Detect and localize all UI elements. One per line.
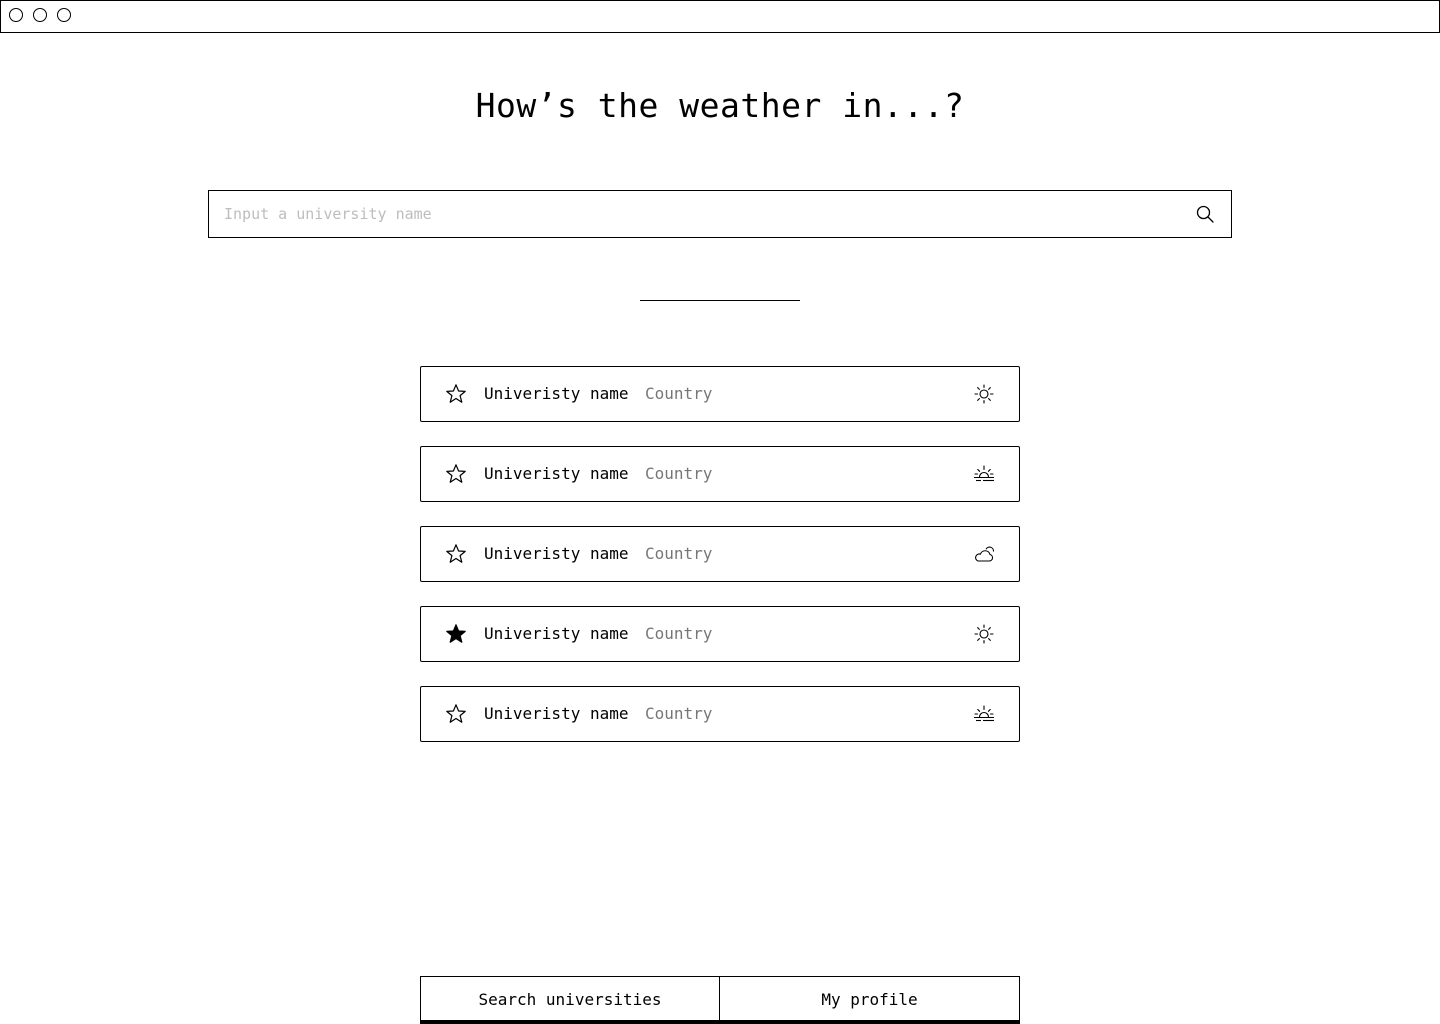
university-name: Univeristy name: [484, 464, 629, 483]
page-title: How’s the weather in...?: [475, 86, 965, 125]
star-icon[interactable]: [445, 703, 467, 725]
university-country: Country: [645, 624, 713, 643]
result-row[interactable]: Univeristy name Country: [420, 686, 1020, 742]
result-row[interactable]: Univeristy name Country: [420, 526, 1020, 582]
bottom-nav: Search universities My profile: [420, 976, 1020, 1024]
sun-icon: [974, 384, 994, 404]
window-maximize-button[interactable]: [57, 8, 71, 22]
sun-icon: [974, 624, 994, 644]
star-icon[interactable]: [445, 463, 467, 485]
results-list: Univeristy name Country Univeristy name Cou…: [420, 366, 1020, 766]
sunrise-icon: [974, 465, 994, 482]
university-name: Univeristy name: [484, 544, 629, 563]
search-box: [208, 190, 1232, 238]
university-name: Univeristy name: [484, 704, 629, 723]
star-filled-icon[interactable]: [445, 623, 467, 645]
window-close-button[interactable]: [9, 8, 23, 22]
search-icon[interactable]: [1195, 204, 1215, 224]
window-minimize-button[interactable]: [33, 8, 47, 22]
window-title-bar: [0, 0, 1440, 33]
sunrise-icon: [974, 705, 994, 722]
university-country: Country: [645, 704, 713, 723]
university-name: Univeristy name: [484, 624, 629, 643]
university-country: Country: [645, 544, 713, 563]
result-row[interactable]: Univeristy name Country: [420, 446, 1020, 502]
result-row[interactable]: Univeristy name Country: [420, 366, 1020, 422]
star-icon[interactable]: [445, 383, 467, 405]
section-divider: [640, 300, 800, 301]
my-profile-button[interactable]: My profile: [720, 976, 1020, 1020]
search-input[interactable]: [209, 191, 1169, 237]
star-icon[interactable]: [445, 543, 467, 565]
university-country: Country: [645, 384, 713, 403]
university-country: Country: [645, 464, 713, 483]
result-row[interactable]: Univeristy name Country: [420, 606, 1020, 662]
partly-cloudy-icon: [975, 546, 995, 562]
university-name: Univeristy name: [484, 384, 629, 403]
search-universities-button[interactable]: Search universities: [420, 976, 720, 1020]
